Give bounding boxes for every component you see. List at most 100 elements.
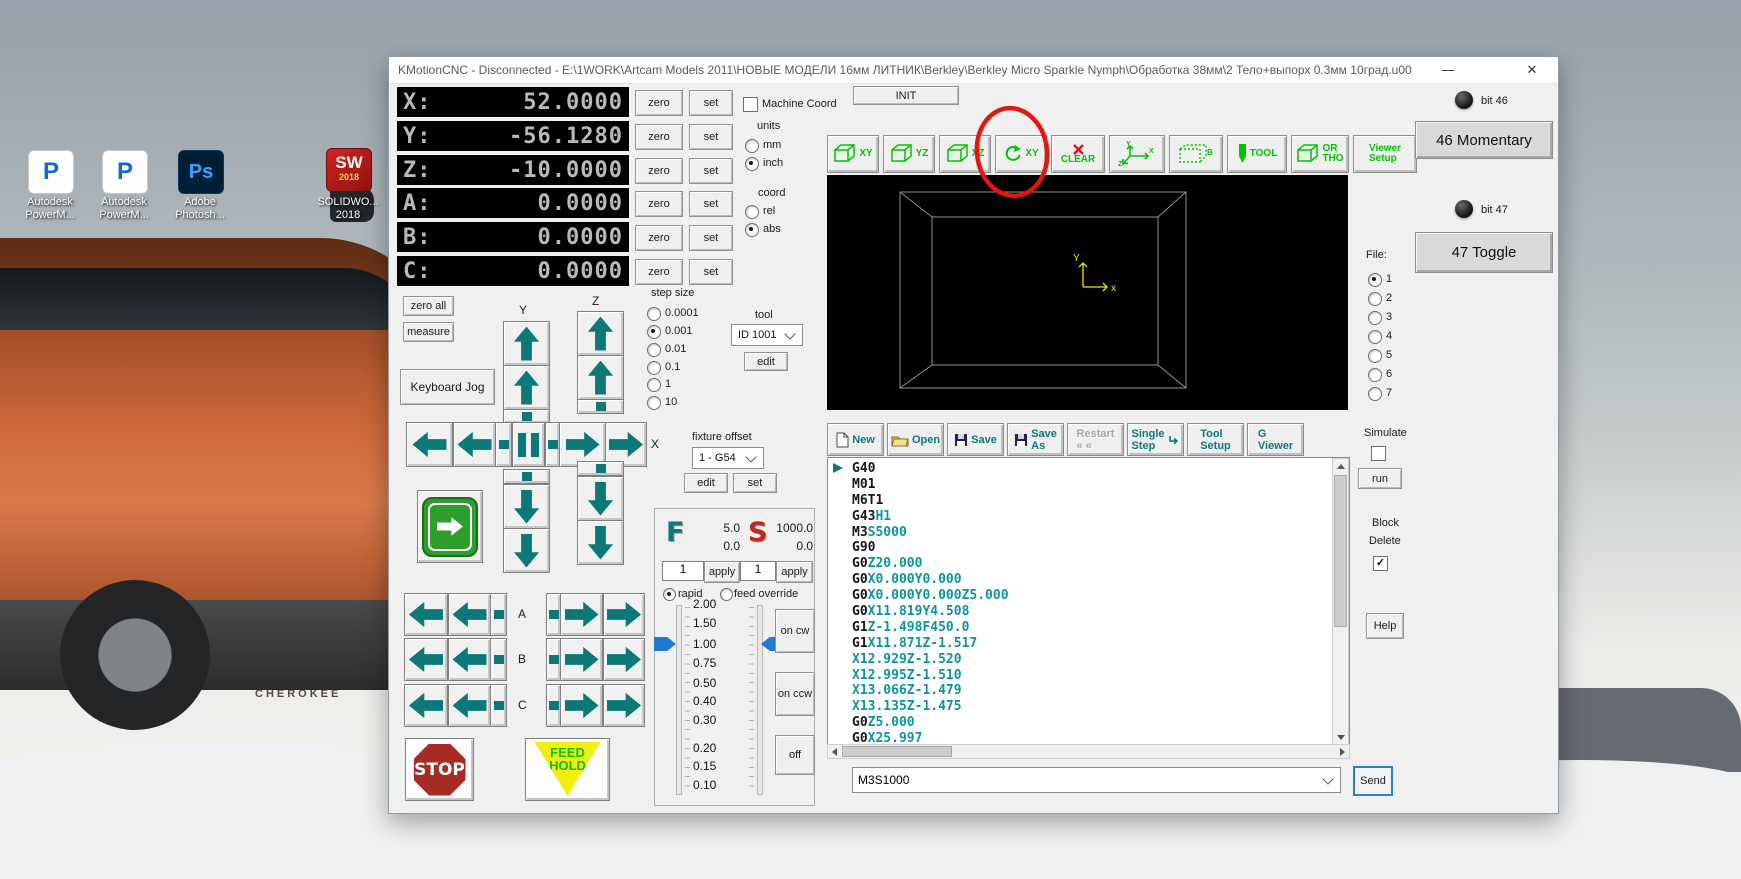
restart-button[interactable]: Restart « « (1067, 423, 1124, 456)
scroll-down-icon[interactable] (1337, 735, 1345, 740)
bit46-led[interactable] (1455, 91, 1473, 109)
jog-x-minus-button[interactable] (453, 422, 496, 467)
viewer-canvas[interactable]: Y x (827, 175, 1348, 410)
single-step-button[interactable]: Single Step (1127, 423, 1184, 456)
set-y-button[interactable]: set (689, 124, 733, 150)
jog-y-minus-button[interactable] (503, 484, 550, 529)
jog-x-plus-step-button[interactable] (545, 422, 560, 467)
scroll-up-icon[interactable] (1337, 464, 1345, 469)
show-axes-button[interactable]: YXZ (1109, 135, 1165, 173)
spindle-on-ccw-button[interactable]: on ccw (775, 672, 815, 716)
jog-z-minus-step-button[interactable] (577, 461, 624, 476)
bit47-led[interactable] (1455, 200, 1473, 218)
open-button[interactable]: Open (887, 423, 944, 456)
solidworks-icon[interactable]: SW2018 (326, 148, 372, 192)
jog-y-minus-step-button[interactable] (503, 469, 550, 484)
tool-setup-button[interactable]: Tool Setup (1187, 423, 1244, 456)
desktop-icon-label[interactable]: Adobe Photosh... (157, 196, 243, 222)
jog-y-plus-button[interactable] (503, 365, 550, 410)
gcode-horizontal-scrollbar[interactable] (827, 744, 1350, 759)
bit46-momentary-button[interactable]: 46 Momentary (1415, 121, 1553, 159)
jog-a-minus-fast-button[interactable] (404, 593, 448, 636)
jog-x-minus-step-button[interactable] (495, 422, 512, 467)
jog-pause-button[interactable] (512, 422, 545, 467)
step-10-radio[interactable] (647, 396, 661, 410)
keyboard-jog-button[interactable]: Keyboard Jog (400, 369, 495, 405)
units-inch-radio[interactable] (745, 157, 759, 171)
set-z-button[interactable]: set (689, 158, 733, 184)
spindle-off-button[interactable]: off (775, 735, 815, 775)
step-0p0001-radio[interactable] (647, 307, 661, 321)
mdi-combo[interactable] (852, 767, 1341, 793)
scroll-left-icon[interactable] (832, 748, 837, 756)
file-6-radio[interactable] (1368, 368, 1382, 382)
feed-hold-button[interactable]: FEED HOLD (525, 738, 610, 801)
coord-abs-radio[interactable] (745, 223, 759, 237)
file-4-radio[interactable] (1368, 330, 1382, 344)
mdi-input[interactable] (853, 772, 1324, 788)
jog-y-minus-fast-button[interactable] (503, 528, 550, 573)
jog-a-plus-button[interactable] (560, 593, 603, 636)
step-1-radio[interactable] (647, 378, 661, 392)
new-button[interactable]: New (827, 423, 884, 456)
jog-x-minus-fast-button[interactable] (406, 422, 453, 467)
scrollbar-thumb[interactable] (1334, 475, 1347, 627)
jog-z-plus-button[interactable] (577, 355, 624, 400)
spindle-apply-button[interactable]: apply (776, 561, 813, 583)
desktop-icon-label[interactable]: SOLIDWO... 2018 (305, 196, 391, 222)
jog-c-plus-fast-button[interactable] (603, 684, 645, 727)
step-0p01-radio[interactable] (647, 343, 661, 357)
stop-button[interactable]: STOP (405, 738, 474, 801)
step-0p001-radio[interactable] (647, 325, 661, 339)
scrollbar-thumb[interactable] (842, 746, 952, 757)
zero-b-button[interactable]: zero (635, 225, 683, 251)
jog-z-plus-step-button[interactable] (577, 399, 624, 414)
powermill-icon-2[interactable]: P (102, 150, 148, 194)
jog-z-minus-button[interactable] (577, 476, 624, 521)
jog-z-minus-fast-button[interactable] (577, 520, 624, 565)
minimize-button[interactable]: — (1426, 57, 1470, 83)
fixture-offset-select[interactable]: 1 - G54 (692, 447, 764, 469)
view-xy-button[interactable]: XY (827, 135, 879, 173)
coord-rel-radio[interactable] (745, 205, 759, 219)
file-2-radio[interactable] (1368, 292, 1382, 306)
set-x-button[interactable]: set (689, 90, 733, 116)
show-box-button[interactable]: B (1169, 135, 1223, 173)
jog-a-minus-step-button[interactable] (490, 593, 507, 636)
rapid-radio[interactable] (663, 588, 676, 601)
show-tool-button[interactable]: TOOL (1227, 135, 1287, 173)
jog-c-plus-button[interactable] (560, 684, 603, 727)
scroll-right-icon[interactable] (1340, 748, 1345, 756)
title-bar[interactable]: KMotionCNC - Disconnected - E:\1WORK\Art… (389, 57, 1558, 84)
viewer-setup-button[interactable]: Viewer Setup (1353, 135, 1417, 173)
save-button[interactable]: Save (947, 423, 1004, 456)
set-c-button[interactable]: set (689, 259, 733, 285)
powermill-icon[interactable]: P (28, 150, 74, 194)
jog-c-plus-step-button[interactable] (546, 684, 561, 727)
tool-edit-button[interactable]: edit (744, 352, 788, 371)
feedrate-input[interactable]: 1 (662, 561, 704, 581)
desktop-icon-label[interactable]: Autodesk PowerM... (81, 196, 167, 222)
zero-y-button[interactable]: zero (635, 124, 683, 150)
set-b-button[interactable]: set (689, 225, 733, 251)
zero-a-button[interactable]: zero (635, 191, 683, 217)
machine-coord-checkbox[interactable] (743, 97, 758, 112)
fixture-set-button[interactable]: set (733, 473, 777, 493)
zero-z-button[interactable]: zero (635, 158, 683, 184)
help-button[interactable]: Help (1366, 613, 1404, 639)
gcode-listing[interactable]: G40 M01 M6T1 G43H1 M3S5000 G90 G0Z20.000… (827, 457, 1350, 745)
ortho-view-button[interactable]: OR THO (1291, 135, 1349, 173)
simulate-checkbox[interactable] (1371, 446, 1386, 461)
photoshop-icon[interactable]: Ps (178, 150, 224, 194)
set-a-button[interactable]: set (689, 191, 733, 217)
tool-select[interactable]: ID 1001 (731, 324, 803, 346)
spindle-input[interactable]: 1 (740, 561, 776, 581)
jog-c-minus-fast-button[interactable] (404, 684, 448, 727)
feedrate-apply-button[interactable]: apply (704, 561, 740, 583)
zero-all-button[interactable]: zero all (403, 296, 454, 316)
close-button[interactable]: ✕ (1510, 57, 1554, 83)
jog-a-plus-fast-button[interactable] (603, 593, 645, 636)
speed-override-slider[interactable] (757, 605, 763, 795)
feed-override-radio[interactable] (720, 588, 733, 601)
file-7-radio[interactable] (1368, 387, 1382, 401)
